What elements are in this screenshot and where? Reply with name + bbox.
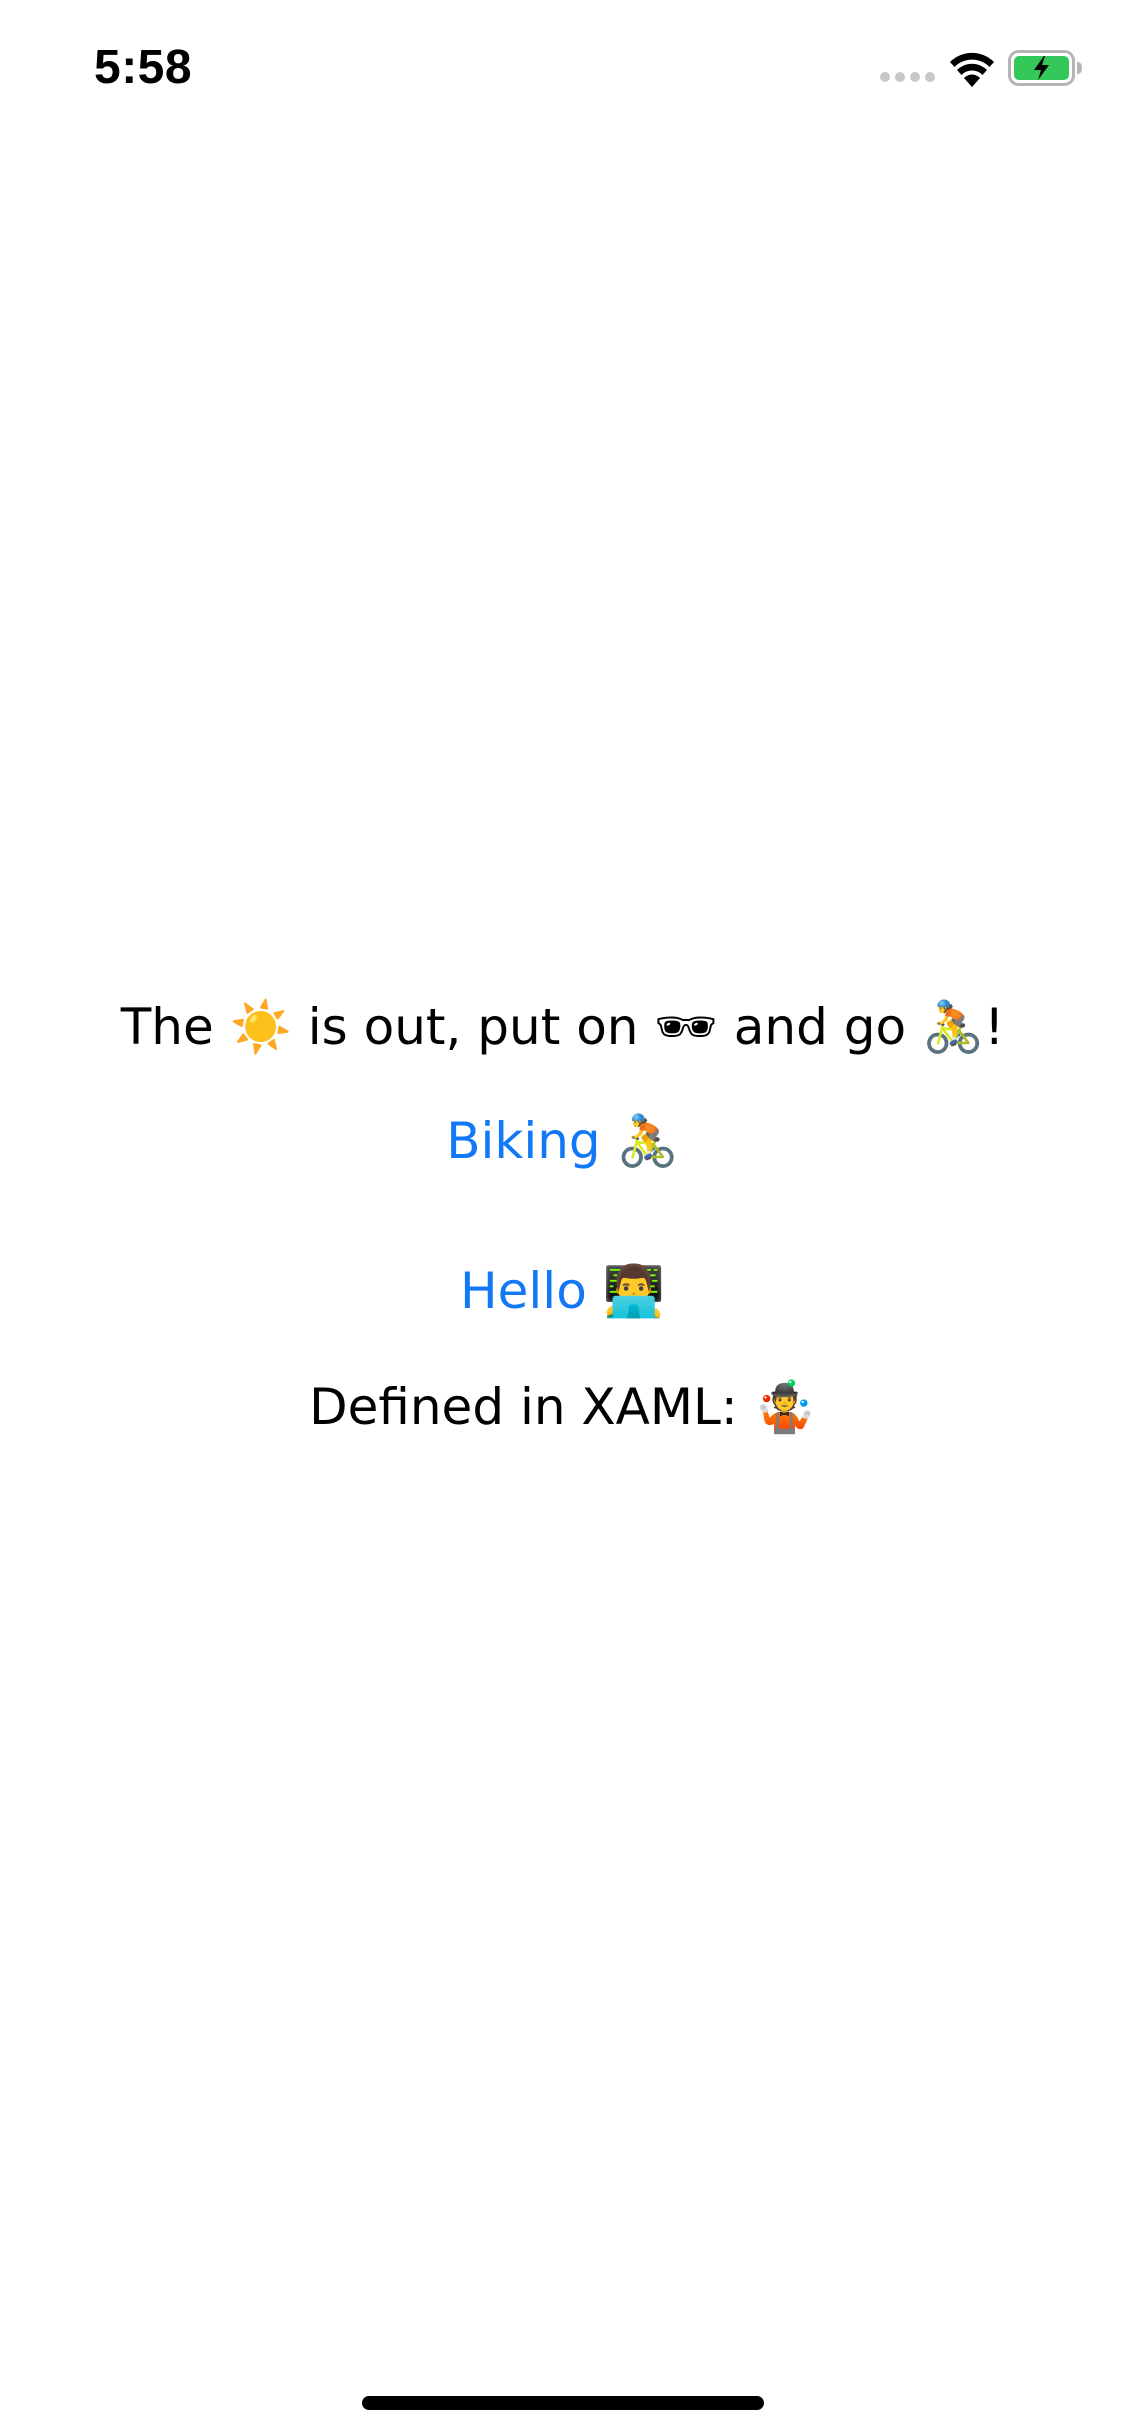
biking-button[interactable]: Biking 🚴 xyxy=(0,1106,1125,1176)
home-indicator[interactable] xyxy=(362,2396,764,2410)
hello-button[interactable]: Hello 👨‍💻 xyxy=(0,1256,1125,1326)
main-content: The ☀️ is out, put on 🕶 and go 🚴! Biking… xyxy=(0,0,1125,2436)
xaml-label: Defined in XAML: 🤹 xyxy=(309,1378,816,1436)
headline-label: The ☀️ is out, put on 🕶 and go 🚴! xyxy=(120,998,1005,1056)
